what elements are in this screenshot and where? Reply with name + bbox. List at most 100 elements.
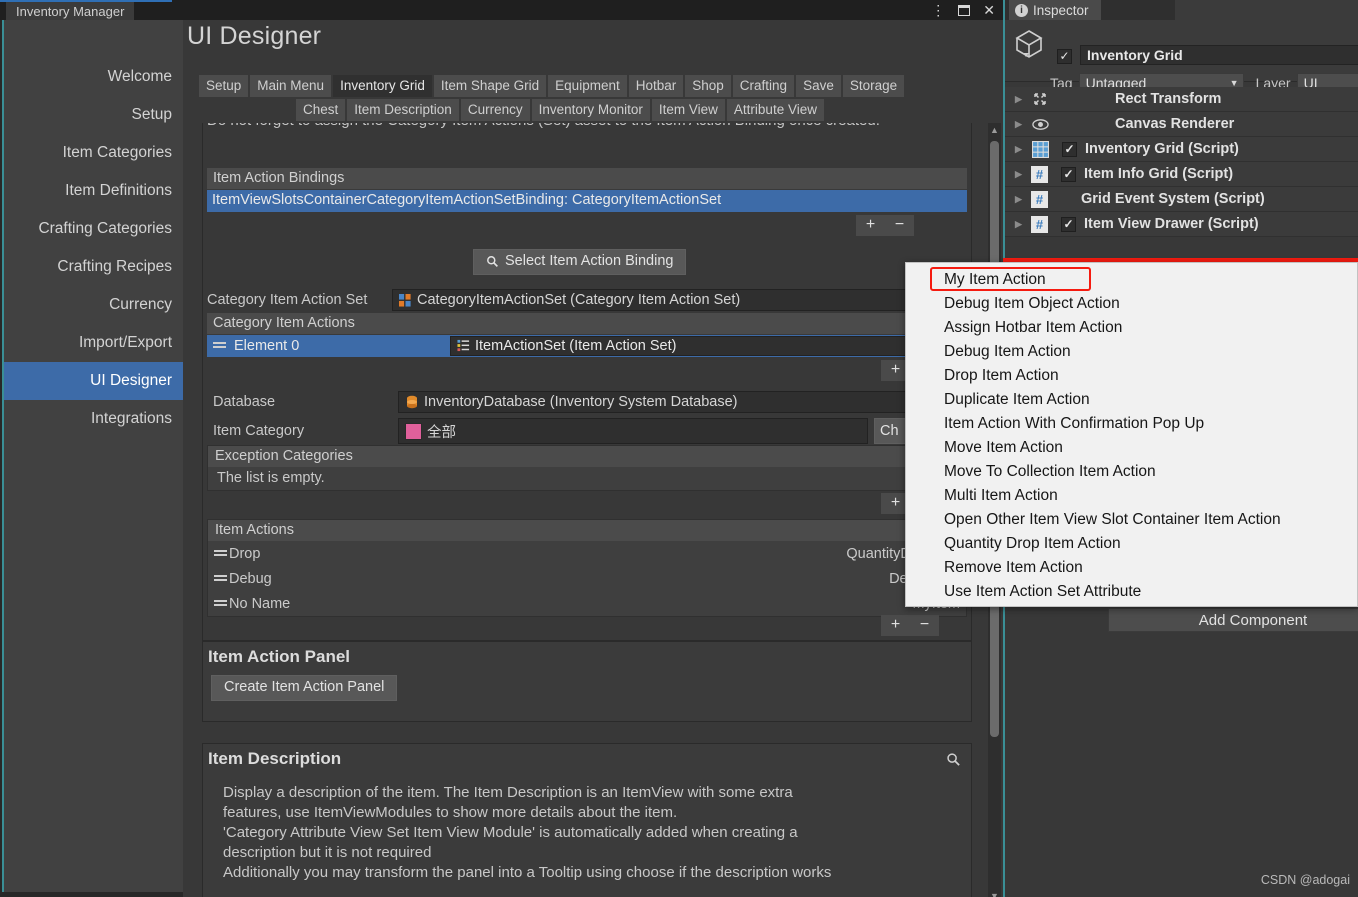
component-name: Inventory Grid (Script) bbox=[1085, 141, 1239, 157]
sidebar-item-integrations[interactable]: Integrations bbox=[4, 400, 183, 438]
bindings-remove-button[interactable]: − bbox=[885, 215, 914, 236]
component-enabled-checkbox[interactable]: ✓ bbox=[1061, 216, 1076, 232]
component-row-inventory-grid[interactable]: ▶ ✓ Inventory Grid (Script) bbox=[1005, 137, 1358, 162]
component-row-item-view-drawer[interactable]: ▶ # ✓ Item View Drawer (Script) bbox=[1005, 212, 1358, 237]
sidebar-item-label: UI Designer bbox=[90, 372, 172, 389]
select-item-action-binding-button[interactable]: Select Item Action Binding bbox=[473, 249, 687, 275]
item-category-row: Item Category 全部 Ch bbox=[213, 418, 963, 444]
drag-handle-icon[interactable] bbox=[214, 599, 227, 608]
item-action-binding-row[interactable]: ItemViewSlotsContainerCategoryItemAction… bbox=[207, 190, 967, 212]
drag-handle-icon[interactable] bbox=[213, 341, 226, 350]
item-action-name: Debug bbox=[229, 570, 272, 587]
popup-item-debug-item-object-action[interactable]: Debug Item Object Action bbox=[906, 292, 1357, 316]
component-row-item-info-grid[interactable]: ▶ # ✓ Item Info Grid (Script) bbox=[1005, 162, 1358, 187]
close-icon[interactable]: ✕ bbox=[983, 3, 995, 17]
database-field[interactable]: InventoryDatabase (Inventory System Data… bbox=[398, 391, 918, 413]
category-item-actions-element-row[interactable]: Element 0 ItemActionSet (Item Action Set… bbox=[207, 335, 967, 357]
expand-triangle-icon[interactable]: ▶ bbox=[1015, 219, 1023, 230]
item-actions-row[interactable]: No Name MyItem bbox=[208, 591, 966, 616]
sidebar-item-welcome[interactable]: Welcome bbox=[4, 58, 183, 96]
tab-attribute-view[interactable]: Attribute View bbox=[726, 99, 824, 121]
popup-item-use-item-action-set-attribute[interactable]: Use Item Action Set Attribute bbox=[906, 580, 1357, 604]
item-actions-add-remove-buttons: + − bbox=[881, 615, 939, 636]
expand-triangle-icon[interactable]: ▶ bbox=[1015, 169, 1023, 180]
tab-shop[interactable]: Shop bbox=[685, 75, 731, 97]
tab-hotbar[interactable]: Hotbar bbox=[628, 75, 684, 97]
kebab-menu-icon[interactable]: ⋮ bbox=[931, 3, 945, 17]
sidebar-item-currency[interactable]: Currency bbox=[4, 286, 183, 324]
script-icon: # bbox=[1031, 215, 1048, 233]
item-actions-row[interactable]: Drop QuantityDropItem bbox=[208, 541, 966, 566]
sidebar-item-label: Import/Export bbox=[78, 334, 172, 351]
item-actions-add-button[interactable]: + bbox=[881, 615, 910, 636]
sidebar-item-crafting-categories[interactable]: Crafting Categories bbox=[4, 210, 183, 248]
bindings-add-button[interactable]: + bbox=[856, 215, 885, 236]
add-component-button[interactable]: Add Component bbox=[1108, 608, 1358, 632]
tab-crafting[interactable]: Crafting bbox=[732, 75, 795, 97]
sidebar-item-crafting-recipes[interactable]: Crafting Recipes bbox=[4, 248, 183, 286]
popup-item-debug-item-action[interactable]: Debug Item Action bbox=[906, 340, 1357, 364]
tab-save[interactable]: Save bbox=[796, 75, 841, 97]
expand-triangle-icon[interactable]: ▶ bbox=[1015, 119, 1023, 130]
select-binding-label: Select Item Action Binding bbox=[505, 253, 674, 269]
tab-setup[interactable]: Setup bbox=[199, 75, 249, 97]
exception-categories-box: Exception Categories The list is empty. bbox=[207, 445, 967, 491]
object-name-field[interactable]: Inventory Grid bbox=[1080, 45, 1358, 65]
popup-item-move-item-action[interactable]: Move Item Action bbox=[906, 436, 1357, 460]
component-row-rect-transform[interactable]: ▶ Rect Transform bbox=[1005, 87, 1358, 112]
sidebar-item-item-definitions[interactable]: Item Definitions bbox=[4, 172, 183, 210]
scroll-down-arrow-icon[interactable]: ▼ bbox=[988, 889, 1001, 897]
element-value-field[interactable]: ItemActionSet (Item Action Set) bbox=[450, 335, 967, 356]
drag-handle-icon[interactable] bbox=[214, 549, 227, 558]
popup-item-remove-item-action[interactable]: Remove Item Action bbox=[906, 556, 1357, 580]
popup-item-drop-item-action[interactable]: Drop Item Action bbox=[906, 364, 1357, 388]
popup-selection-highlight bbox=[930, 267, 1091, 291]
item-actions-remove-button[interactable]: − bbox=[910, 615, 939, 636]
scroll-up-arrow-icon[interactable]: ▲ bbox=[988, 123, 1001, 137]
popup-item-open-other-item-view-slot-container-item-action[interactable]: Open Other Item View Slot Container Item… bbox=[906, 508, 1357, 532]
popup-item-multi-item-action[interactable]: Multi Item Action bbox=[906, 484, 1357, 508]
tab-equipment[interactable]: Equipment bbox=[548, 75, 627, 97]
object-enabled-checkbox[interactable]: ✓ bbox=[1057, 48, 1072, 64]
maximize-icon[interactable] bbox=[958, 4, 971, 16]
component-row-canvas-renderer[interactable]: ▶ Canvas Renderer bbox=[1005, 112, 1358, 137]
tab-inspector[interactable]: i Inspector bbox=[1009, 0, 1101, 20]
tab-storage[interactable]: Storage bbox=[842, 75, 905, 97]
tab-inventory-monitor[interactable]: Inventory Monitor bbox=[531, 99, 650, 121]
popup-item-item-action-with-confirmation-pop-up[interactable]: Item Action With Confirmation Pop Up bbox=[906, 412, 1357, 436]
component-enabled-checkbox[interactable]: ✓ bbox=[1061, 166, 1076, 182]
popup-item-duplicate-item-action[interactable]: Duplicate Item Action bbox=[906, 388, 1357, 412]
tab-currency[interactable]: Currency bbox=[460, 99, 530, 121]
drag-handle-icon[interactable] bbox=[214, 574, 227, 583]
expand-triangle-icon[interactable]: ▶ bbox=[1015, 94, 1023, 105]
tab-item-description[interactable]: Item Description bbox=[347, 99, 459, 121]
database-row: Database InventoryDatabase (Inventory Sy… bbox=[213, 391, 963, 413]
item-action-name: No Name bbox=[229, 595, 291, 612]
popup-item-assign-hotbar-item-action[interactable]: Assign Hotbar Item Action bbox=[906, 316, 1357, 340]
component-row-grid-event-system[interactable]: ▶ # Grid Event System (Script) bbox=[1005, 187, 1358, 212]
tab-item-shape-grid[interactable]: Item Shape Grid bbox=[433, 75, 547, 97]
expand-triangle-icon[interactable]: ▶ bbox=[1015, 144, 1023, 155]
tab-item-view[interactable]: Item View bbox=[651, 99, 725, 121]
window-tab-inventory-manager[interactable]: Inventory Manager bbox=[6, 2, 135, 20]
item-category-field[interactable]: 全部 bbox=[398, 418, 868, 444]
tab-inventory-grid[interactable]: Inventory Grid bbox=[333, 75, 432, 97]
popup-item-quantity-drop-item-action[interactable]: Quantity Drop Item Action bbox=[906, 532, 1357, 556]
desc-line: description but it is not required bbox=[223, 844, 432, 861]
create-item-action-panel-button[interactable]: Create Item Action Panel bbox=[211, 675, 398, 701]
item-actions-row[interactable]: Debug DebugItem bbox=[208, 566, 966, 591]
item-category-change-button[interactable]: Ch bbox=[874, 418, 908, 444]
sidebar-item-item-categories[interactable]: Item Categories bbox=[4, 134, 183, 172]
window-controls: ⋮ ✕ bbox=[931, 1, 995, 19]
sidebar-item-ui-designer[interactable]: UI Designer bbox=[4, 362, 183, 400]
main-panel: UI Designer Setup Main Menu Inventory Gr… bbox=[183, 20, 1003, 897]
category-item-action-set-field[interactable]: CategoryItemActionSet (Category Item Act… bbox=[392, 289, 967, 311]
sidebar-item-setup[interactable]: Setup bbox=[4, 96, 183, 134]
tab-main-menu[interactable]: Main Menu bbox=[250, 75, 332, 97]
tab-chest[interactable]: Chest bbox=[296, 99, 346, 121]
sidebar-item-import-export[interactable]: Import/Export bbox=[4, 324, 183, 362]
component-enabled-checkbox[interactable]: ✓ bbox=[1062, 141, 1077, 157]
expand-triangle-icon[interactable]: ▶ bbox=[1015, 194, 1023, 205]
popup-item-move-to-collection-item-action[interactable]: Move To Collection Item Action bbox=[906, 460, 1357, 484]
search-icon[interactable] bbox=[946, 752, 961, 767]
